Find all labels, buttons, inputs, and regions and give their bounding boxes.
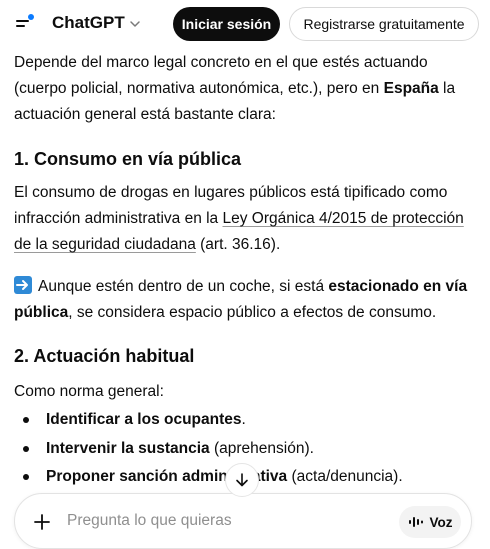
list-item-bold: Identificar a los ocupantes bbox=[46, 411, 242, 428]
scroll-to-bottom-button[interactable] bbox=[225, 463, 259, 497]
voice-label: Voz bbox=[429, 514, 453, 530]
vehicle-paragraph: Aunque estén dentro de un coche, si está… bbox=[14, 274, 480, 326]
vehicle-text: Aunque estén dentro de un coche, si está bbox=[38, 278, 329, 295]
model-selector[interactable]: ChatGPT bbox=[52, 13, 141, 33]
list-item-rest: (aprehensión). bbox=[209, 439, 314, 457]
prompt-input[interactable] bbox=[67, 508, 387, 534]
vehicle-text-end: , se considera espacio público a efectos… bbox=[68, 304, 437, 321]
list-item: Identificar a los ocupantes. bbox=[14, 406, 480, 435]
arrow-down-icon bbox=[236, 473, 248, 487]
composer: Voz bbox=[14, 493, 472, 549]
intro-bold: España bbox=[383, 80, 439, 97]
list-item-bold: Intervenir la sustancia bbox=[46, 439, 210, 457]
voice-button[interactable]: Voz bbox=[399, 506, 461, 538]
law-text-end: (art. 36.16). bbox=[195, 236, 281, 253]
chevron-down-icon bbox=[129, 21, 140, 27]
login-button[interactable]: Iniciar sesión bbox=[173, 7, 280, 41]
list-item: Intervenir la sustancia (aprehensión). bbox=[14, 435, 480, 464]
section-heading-2: 2. Actuación habitual bbox=[14, 346, 195, 366]
voice-waveform-icon bbox=[408, 517, 423, 527]
intro-text: Depende del marco legal concreto en el q… bbox=[14, 54, 428, 97]
brand-title: ChatGPT bbox=[52, 13, 125, 32]
list-item-rest: (acta/denuncia). bbox=[287, 468, 403, 485]
list-item-rest: . bbox=[241, 411, 246, 428]
section-heading-1: 1. Consumo en vía pública bbox=[14, 149, 242, 169]
general-rule-text: Como norma general: bbox=[14, 383, 164, 400]
law-paragraph: El consumo de drogas en lugares públicos… bbox=[14, 180, 480, 258]
intro-paragraph: Depende del marco legal concreto en el q… bbox=[14, 50, 480, 128]
top-bar: ChatGPT Iniciar sesión Registrarse gratu… bbox=[0, 0, 490, 48]
plus-icon[interactable] bbox=[31, 511, 53, 533]
right-arrow-emoji-icon bbox=[14, 276, 32, 294]
signup-button[interactable]: Registrarse gratuitamente bbox=[289, 7, 479, 41]
menu-icon[interactable] bbox=[14, 13, 36, 33]
